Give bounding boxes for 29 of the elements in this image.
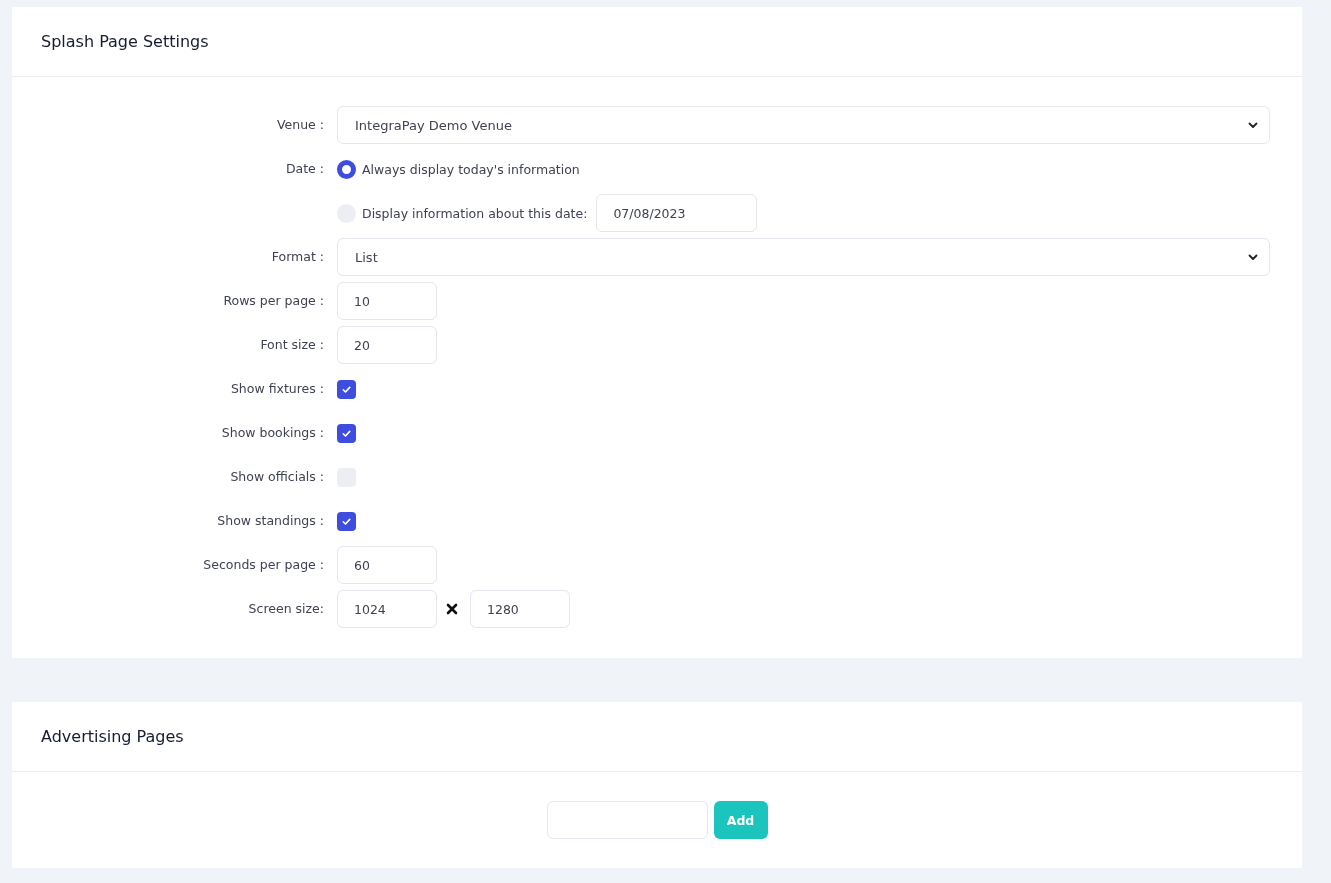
input-field[interactable]: 10 bbox=[337, 282, 437, 320]
field-label: Date : bbox=[284, 160, 325, 178]
input-field[interactable]: 1280 bbox=[470, 590, 570, 628]
dropdown[interactable]: IntegraPay Demo Venue bbox=[337, 106, 1270, 144]
field-label: Screen size: bbox=[247, 600, 325, 618]
input-field[interactable]: 20 bbox=[337, 326, 437, 364]
radio-label[interactable]: Display information about this date: bbox=[362, 205, 588, 221]
field-label: Show fixtures : bbox=[229, 380, 325, 398]
radio-button[interactable] bbox=[337, 159, 356, 179]
field-label: Seconds per page : bbox=[202, 556, 325, 574]
checkbox[interactable] bbox=[337, 379, 356, 399]
field-label: Venue : bbox=[276, 116, 325, 134]
field-label: Show bookings : bbox=[220, 424, 325, 442]
field-label: Show officials : bbox=[229, 468, 325, 486]
input-field[interactable] bbox=[546, 801, 708, 839]
input-field[interactable]: 1024 bbox=[337, 590, 437, 628]
input-field[interactable]: 60 bbox=[337, 546, 437, 584]
section-title: Advertising Pages bbox=[41, 727, 184, 746]
dropdown[interactable]: List bbox=[337, 238, 1270, 276]
field-label: Format : bbox=[270, 248, 325, 266]
input-field[interactable]: 07/08/2023 bbox=[596, 194, 758, 232]
checkbox[interactable] bbox=[337, 423, 356, 443]
section-title: Splash Page Settings bbox=[41, 32, 209, 51]
checkbox[interactable] bbox=[337, 511, 356, 531]
times-icon bbox=[446, 603, 458, 615]
field-label: Rows per page : bbox=[222, 292, 325, 310]
radio-label[interactable]: Always display today's information bbox=[362, 161, 580, 177]
field-label: Font size : bbox=[259, 336, 325, 354]
field-label: Show standings : bbox=[216, 512, 325, 530]
